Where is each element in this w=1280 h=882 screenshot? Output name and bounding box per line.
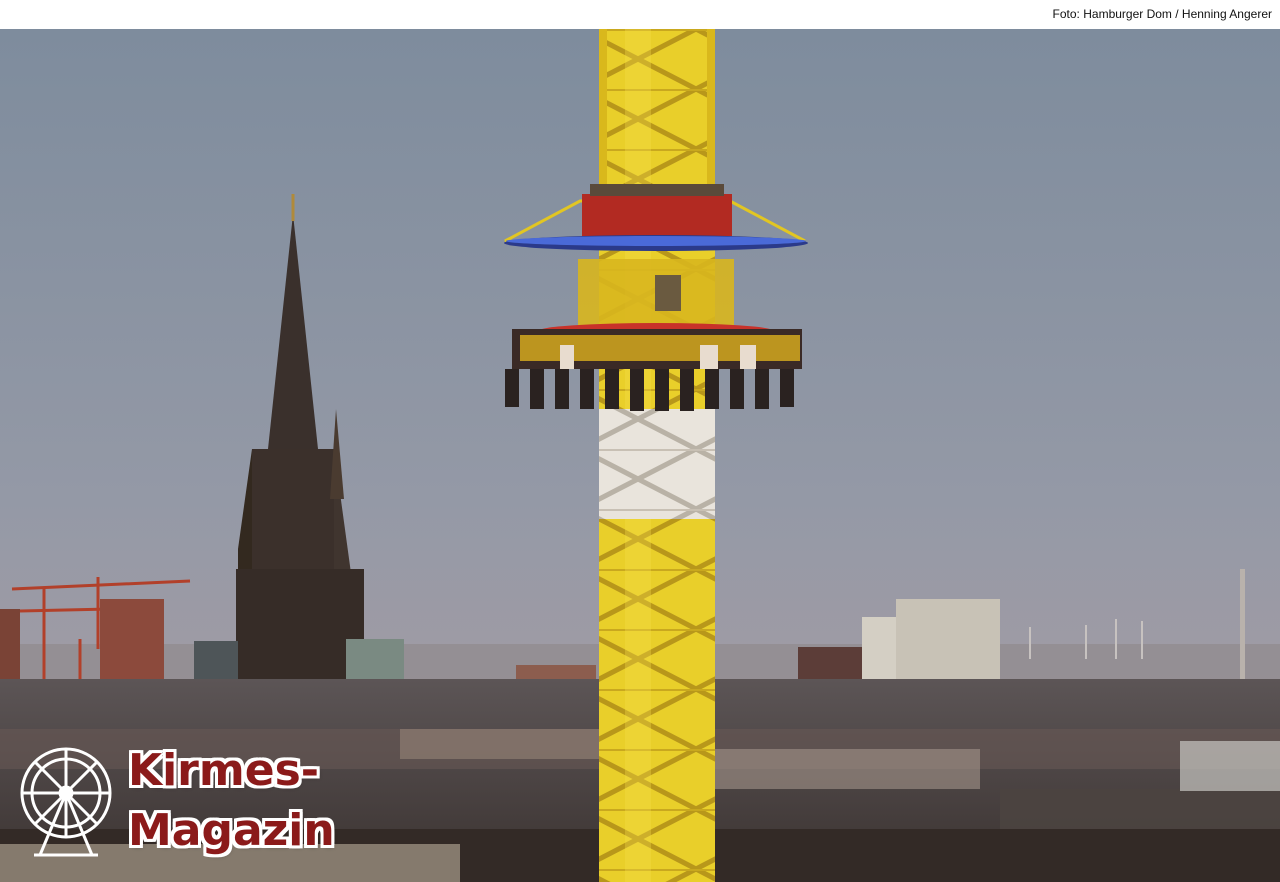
drop-tower	[599, 29, 715, 882]
photo-credit: Foto: Hamburger Dom / Henning Angerer	[1052, 7, 1272, 21]
kirmes-magazin-logo: Kirmes- Magazin	[14, 745, 354, 870]
logo-text-line2: Magazin	[128, 805, 335, 856]
credit-bar: Foto: Hamburger Dom / Henning Angerer	[0, 0, 1280, 29]
ferris-wheel-icon	[20, 747, 112, 857]
logo-text-line1: Kirmes-	[128, 745, 320, 796]
